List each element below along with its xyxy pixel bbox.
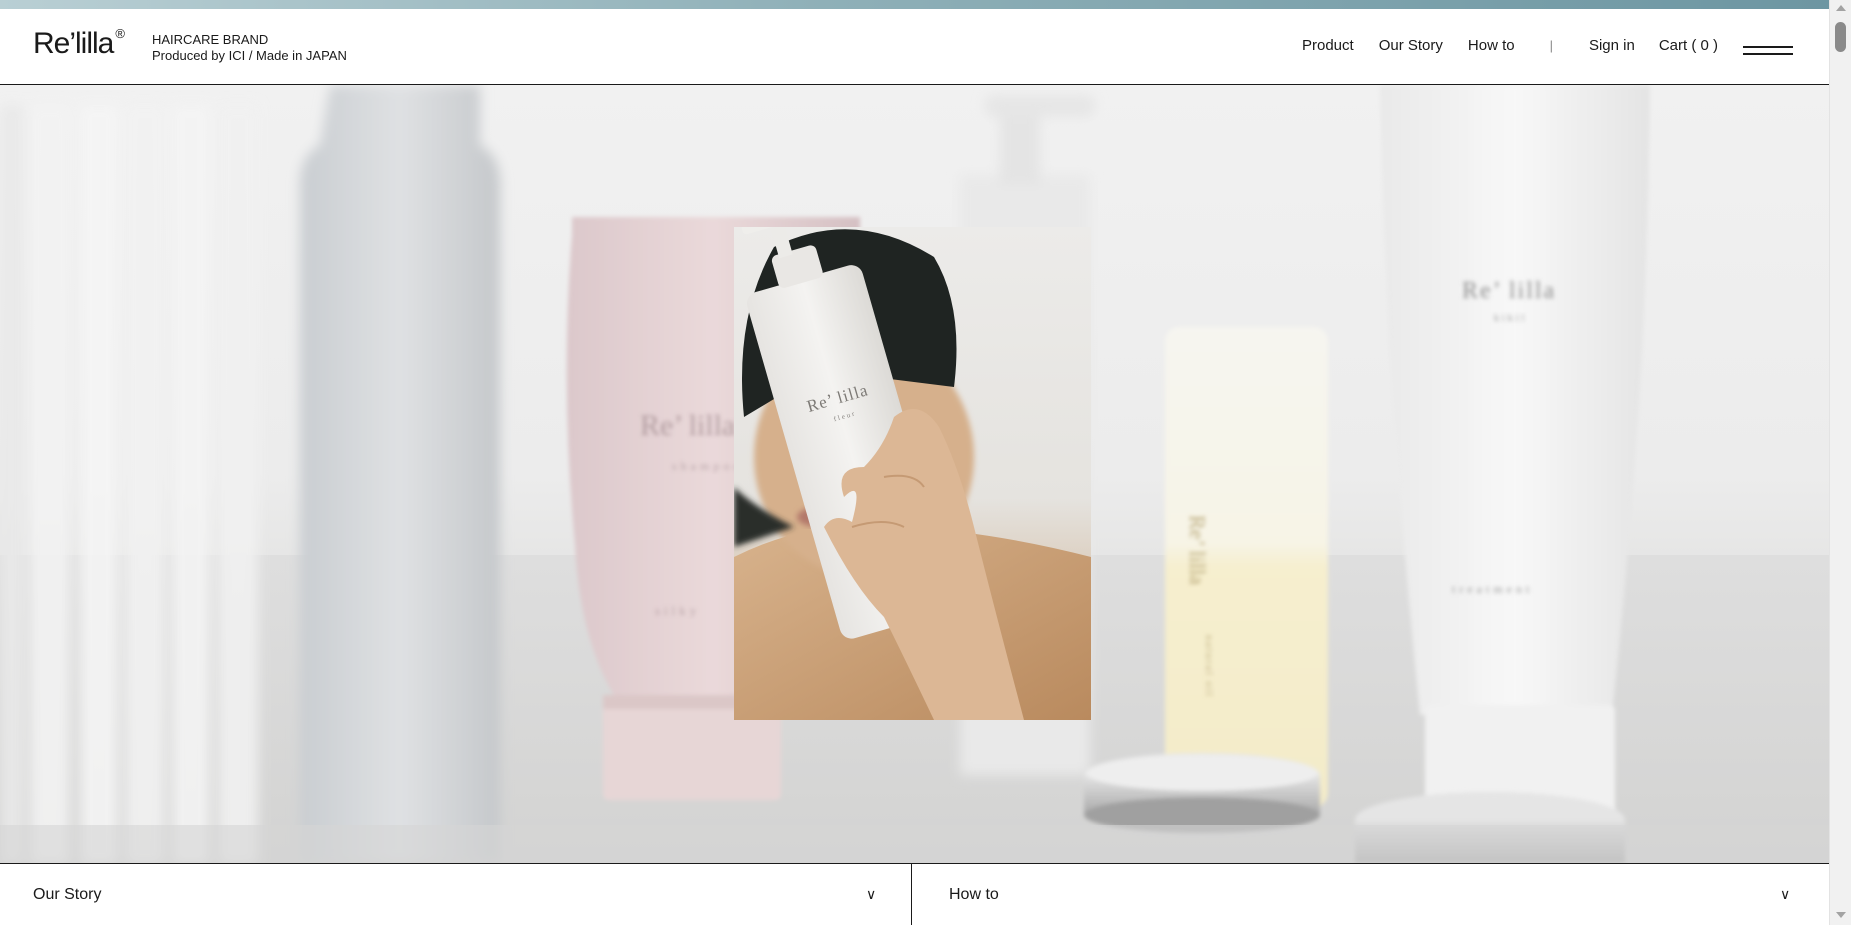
svg-text:treatment: treatment — [1452, 582, 1533, 596]
svg-text:natural oil: natural oil — [1203, 635, 1214, 698]
woman-holding-bottle-image: Re’ lilla fleur shampoo — [734, 227, 1091, 720]
tab-our-story-label: Our Story — [33, 886, 102, 903]
page: Re’lilla ® HAIRCARE BRAND Produced by ICI… — [0, 0, 1829, 925]
sign-in-link[interactable]: Sign in — [1589, 37, 1635, 54]
registered-mark: ® — [115, 26, 125, 41]
scrollbar-thumb[interactable] — [1835, 22, 1846, 52]
nav-divider: | — [1549, 38, 1553, 53]
svg-text:shampoo: shampoo — [672, 459, 743, 473]
tab-our-story[interactable]: Our Story ∨ — [0, 864, 912, 925]
logo-text: Re’lilla — [33, 27, 114, 60]
brand-logo[interactable]: Re’lilla ® — [33, 26, 125, 60]
hamburger-line — [1743, 46, 1793, 48]
nav-item-product[interactable]: Product — [1302, 37, 1354, 54]
tagline-line-2: Produced by ICI / Made in JAPAN — [152, 48, 347, 63]
svg-text:Re’ lilla: Re’ lilla — [1185, 515, 1210, 585]
vertical-scrollbar[interactable] — [1829, 0, 1851, 925]
hero-section: Re’ lilla shampoo silky Re’ lilla natura… — [0, 85, 1829, 863]
cart-link[interactable]: Cart ( 0 ) — [1659, 37, 1718, 54]
chevron-down-icon: ∨ — [1780, 886, 1791, 902]
scroll-down-arrow-icon[interactable] — [1836, 912, 1846, 918]
svg-text:Re’ lilla: Re’ lilla — [1462, 278, 1556, 304]
chevron-down-icon: ∨ — [866, 886, 877, 902]
svg-text:kikil: kikil — [1494, 313, 1527, 324]
svg-text:silky: silky — [655, 603, 700, 618]
hamburger-icon[interactable] — [1743, 44, 1793, 58]
feature-photo[interactable]: Re’ lilla fleur shampoo — [734, 227, 1091, 720]
svg-text:Re’ lilla: Re’ lilla — [640, 409, 735, 442]
tab-how-to[interactable]: How to ∨ — [912, 864, 1829, 925]
site-header: Re’lilla ® HAIRCARE BRAND Produced by ICI… — [0, 9, 1829, 85]
hamburger-line — [1743, 53, 1793, 55]
bottom-tabs: Our Story ∨ How to ∨ — [0, 863, 1829, 925]
brand-tagline: HAIRCARE BRAND Produced by ICI / Made in… — [152, 32, 347, 64]
nav-item-how-to[interactable]: How to — [1468, 37, 1515, 54]
main-nav: Product Our Story How to | Sign in Cart … — [1302, 37, 1718, 54]
scroll-up-arrow-icon[interactable] — [1836, 5, 1846, 11]
top-accent-bar — [0, 0, 1829, 9]
tab-how-to-label: How to — [949, 886, 999, 903]
tagline-line-1: HAIRCARE BRAND — [152, 32, 269, 47]
nav-item-our-story[interactable]: Our Story — [1379, 37, 1443, 54]
